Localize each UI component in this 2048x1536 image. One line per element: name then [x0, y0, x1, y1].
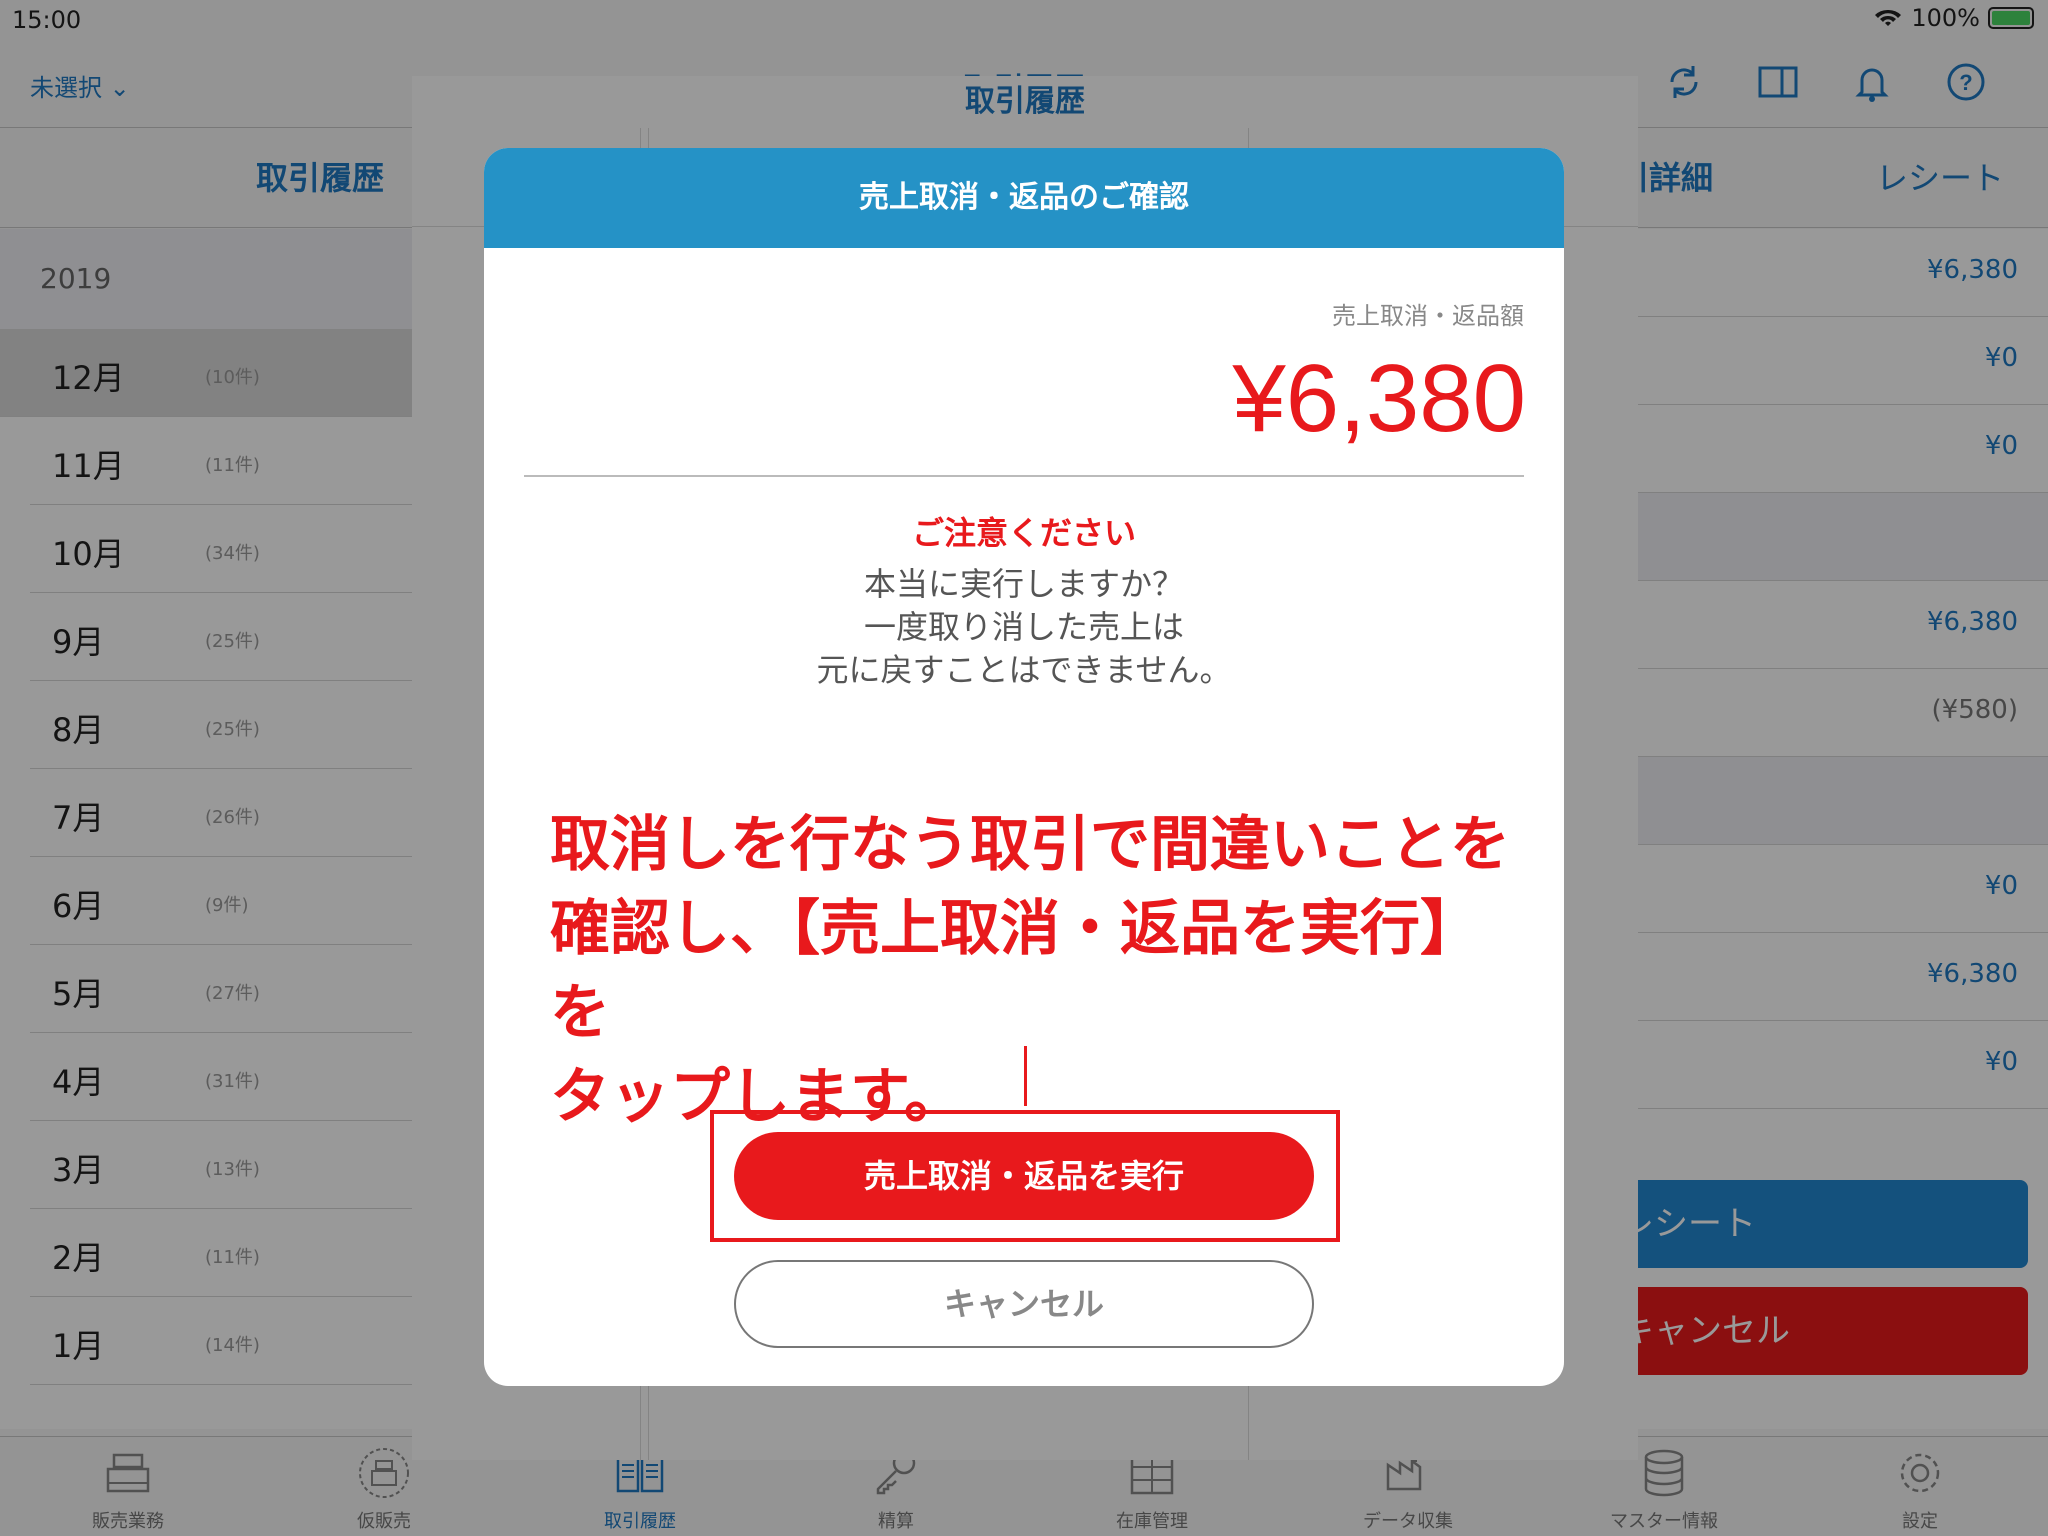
instruction-annotation: 取消しを行なう取引で間違いことを 確認し、【売上取消・返品を実行】を タップしま…: [550, 803, 1510, 1139]
execute-refund-button[interactable]: 売上取消・返品を実行: [734, 1132, 1314, 1220]
message-line: 一度取り消した売上は: [863, 608, 1184, 646]
message-line: 元に戻すことはできません。: [816, 651, 1232, 689]
amount-label: 売上取消・返品額: [1332, 302, 1524, 330]
dialog-title: 売上取消・返品のご確認: [484, 148, 1564, 248]
annotation-connector: [1024, 1046, 1027, 1106]
message-line: 本当に実行しますか？: [863, 565, 1184, 603]
amount-divider: [524, 475, 1524, 477]
confirm-dialog: 売上取消・返品のご確認 売上取消・返品額 ¥6,380 ご注意ください 本当に実…: [484, 148, 1564, 1386]
caution-heading: ご注意ください: [911, 514, 1136, 552]
annotation-line: 取消しを行なう取引で間違いことを: [550, 810, 1510, 880]
caution-message: 本当に実行しますか？ 一度取り消した売上は 元に戻すことはできません。: [484, 563, 1564, 692]
refund-amount: ¥6,380: [1232, 345, 1526, 452]
annotation-line: 確認し、【売上取消・返品を実行】を: [550, 894, 1480, 1048]
cancel-button[interactable]: キャンセル: [734, 1260, 1314, 1348]
